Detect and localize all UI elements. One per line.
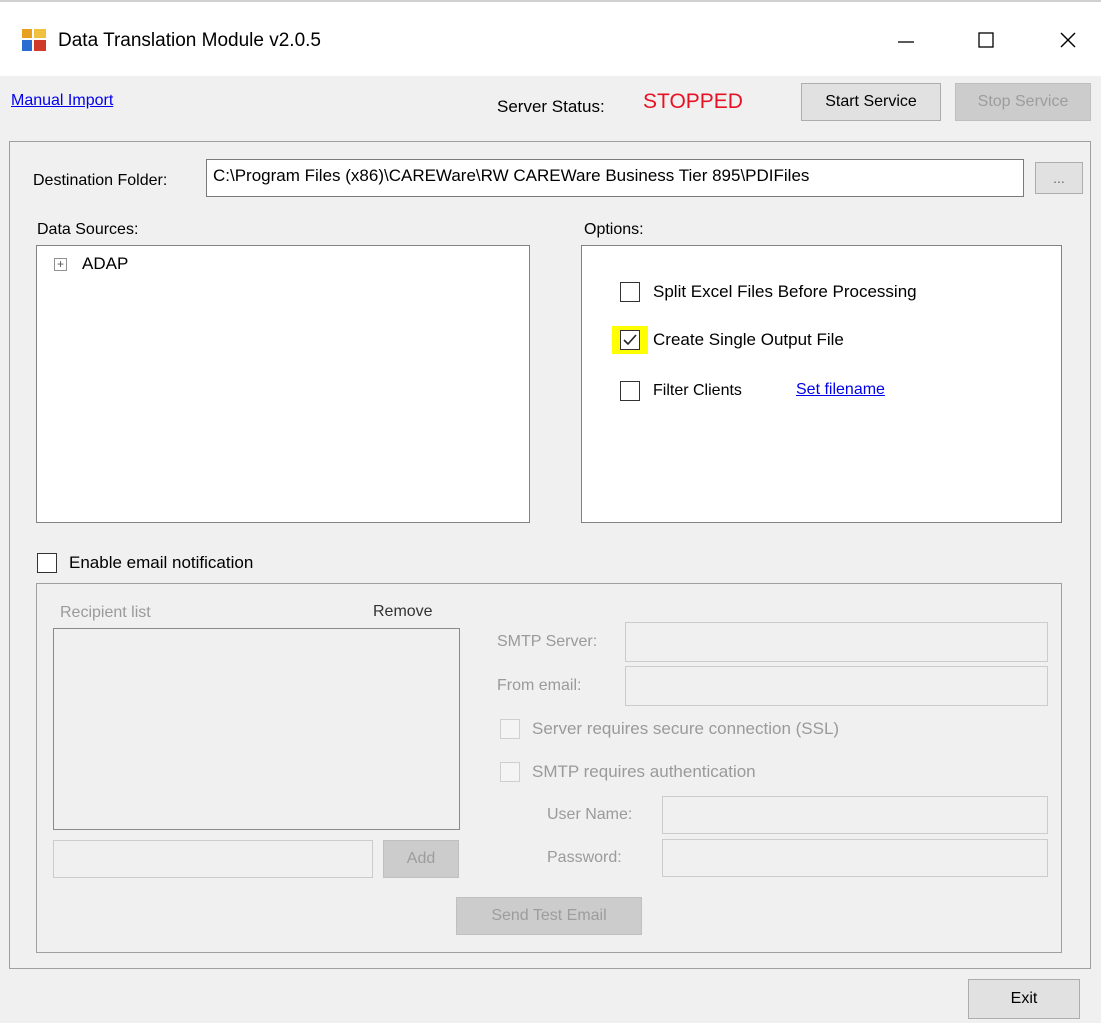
auth-label: SMTP requires authentication xyxy=(532,762,756,781)
smtp-server-label: SMTP Server: xyxy=(497,633,598,650)
password-label: Password: xyxy=(547,849,622,866)
recipient-list-label: Recipient list xyxy=(60,604,151,621)
single-output-label: Create Single Output File xyxy=(653,330,844,349)
recipient-list[interactable] xyxy=(53,628,460,830)
window-title: Data Translation Module v2.0.5 xyxy=(58,30,321,51)
single-output-checkbox[interactable] xyxy=(620,330,640,350)
send-test-email-button[interactable]: Send Test Email xyxy=(456,897,642,935)
app-icon xyxy=(22,29,46,51)
title-bar: Data Translation Module v2.0.5 xyxy=(0,0,1101,76)
filter-clients-label: Filter Clients xyxy=(653,382,742,399)
close-icon xyxy=(1060,32,1076,48)
recipient-input[interactable] xyxy=(53,840,373,878)
ssl-label: Server requires secure connection (SSL) xyxy=(532,719,840,738)
destination-folder-label: Destination Folder: xyxy=(33,172,168,189)
from-email-label: From email: xyxy=(497,677,582,694)
enable-email-label: Enable email notification xyxy=(69,553,254,572)
destination-folder-input[interactable]: C:\Program Files (x86)\CAREWare\RW CAREW… xyxy=(206,159,1024,197)
from-email-input[interactable] xyxy=(625,666,1048,706)
split-excel-checkbox[interactable] xyxy=(620,282,640,302)
options-label: Options: xyxy=(584,221,644,238)
close-button[interactable] xyxy=(1040,16,1096,64)
manual-import-link[interactable]: Manual Import xyxy=(11,92,113,110)
smtp-server-input[interactable] xyxy=(625,622,1048,662)
username-label: User Name: xyxy=(547,806,633,823)
username-input[interactable] xyxy=(662,796,1048,834)
browse-button[interactable]: ... xyxy=(1035,162,1083,194)
expand-icon[interactable]: + xyxy=(54,258,67,271)
enable-email-checkbox[interactable] xyxy=(37,553,57,573)
stop-service-button[interactable]: Stop Service xyxy=(955,83,1091,121)
auth-checkbox[interactable] xyxy=(500,762,520,782)
tree-item-adap[interactable]: ADAP xyxy=(82,254,128,274)
server-status-label: Server Status: xyxy=(497,97,605,116)
password-input[interactable] xyxy=(662,839,1048,877)
remove-label[interactable]: Remove xyxy=(373,603,433,621)
checkmark-icon xyxy=(623,334,637,346)
minimize-button[interactable] xyxy=(878,16,934,64)
data-sources-label: Data Sources: xyxy=(37,221,139,238)
start-service-button[interactable]: Start Service xyxy=(801,83,941,121)
split-excel-label: Split Excel Files Before Processing xyxy=(653,282,917,301)
server-status-value: STOPPED xyxy=(643,90,743,113)
ssl-checkbox[interactable] xyxy=(500,719,520,739)
filter-clients-checkbox[interactable] xyxy=(620,381,640,401)
maximize-button[interactable] xyxy=(958,16,1014,64)
maximize-icon xyxy=(978,32,994,48)
data-sources-tree[interactable] xyxy=(36,245,530,523)
exit-button[interactable]: Exit xyxy=(968,979,1080,1019)
minimize-icon xyxy=(898,41,914,43)
add-button[interactable]: Add xyxy=(383,840,459,878)
set-filename-link[interactable]: Set filename xyxy=(796,381,885,399)
